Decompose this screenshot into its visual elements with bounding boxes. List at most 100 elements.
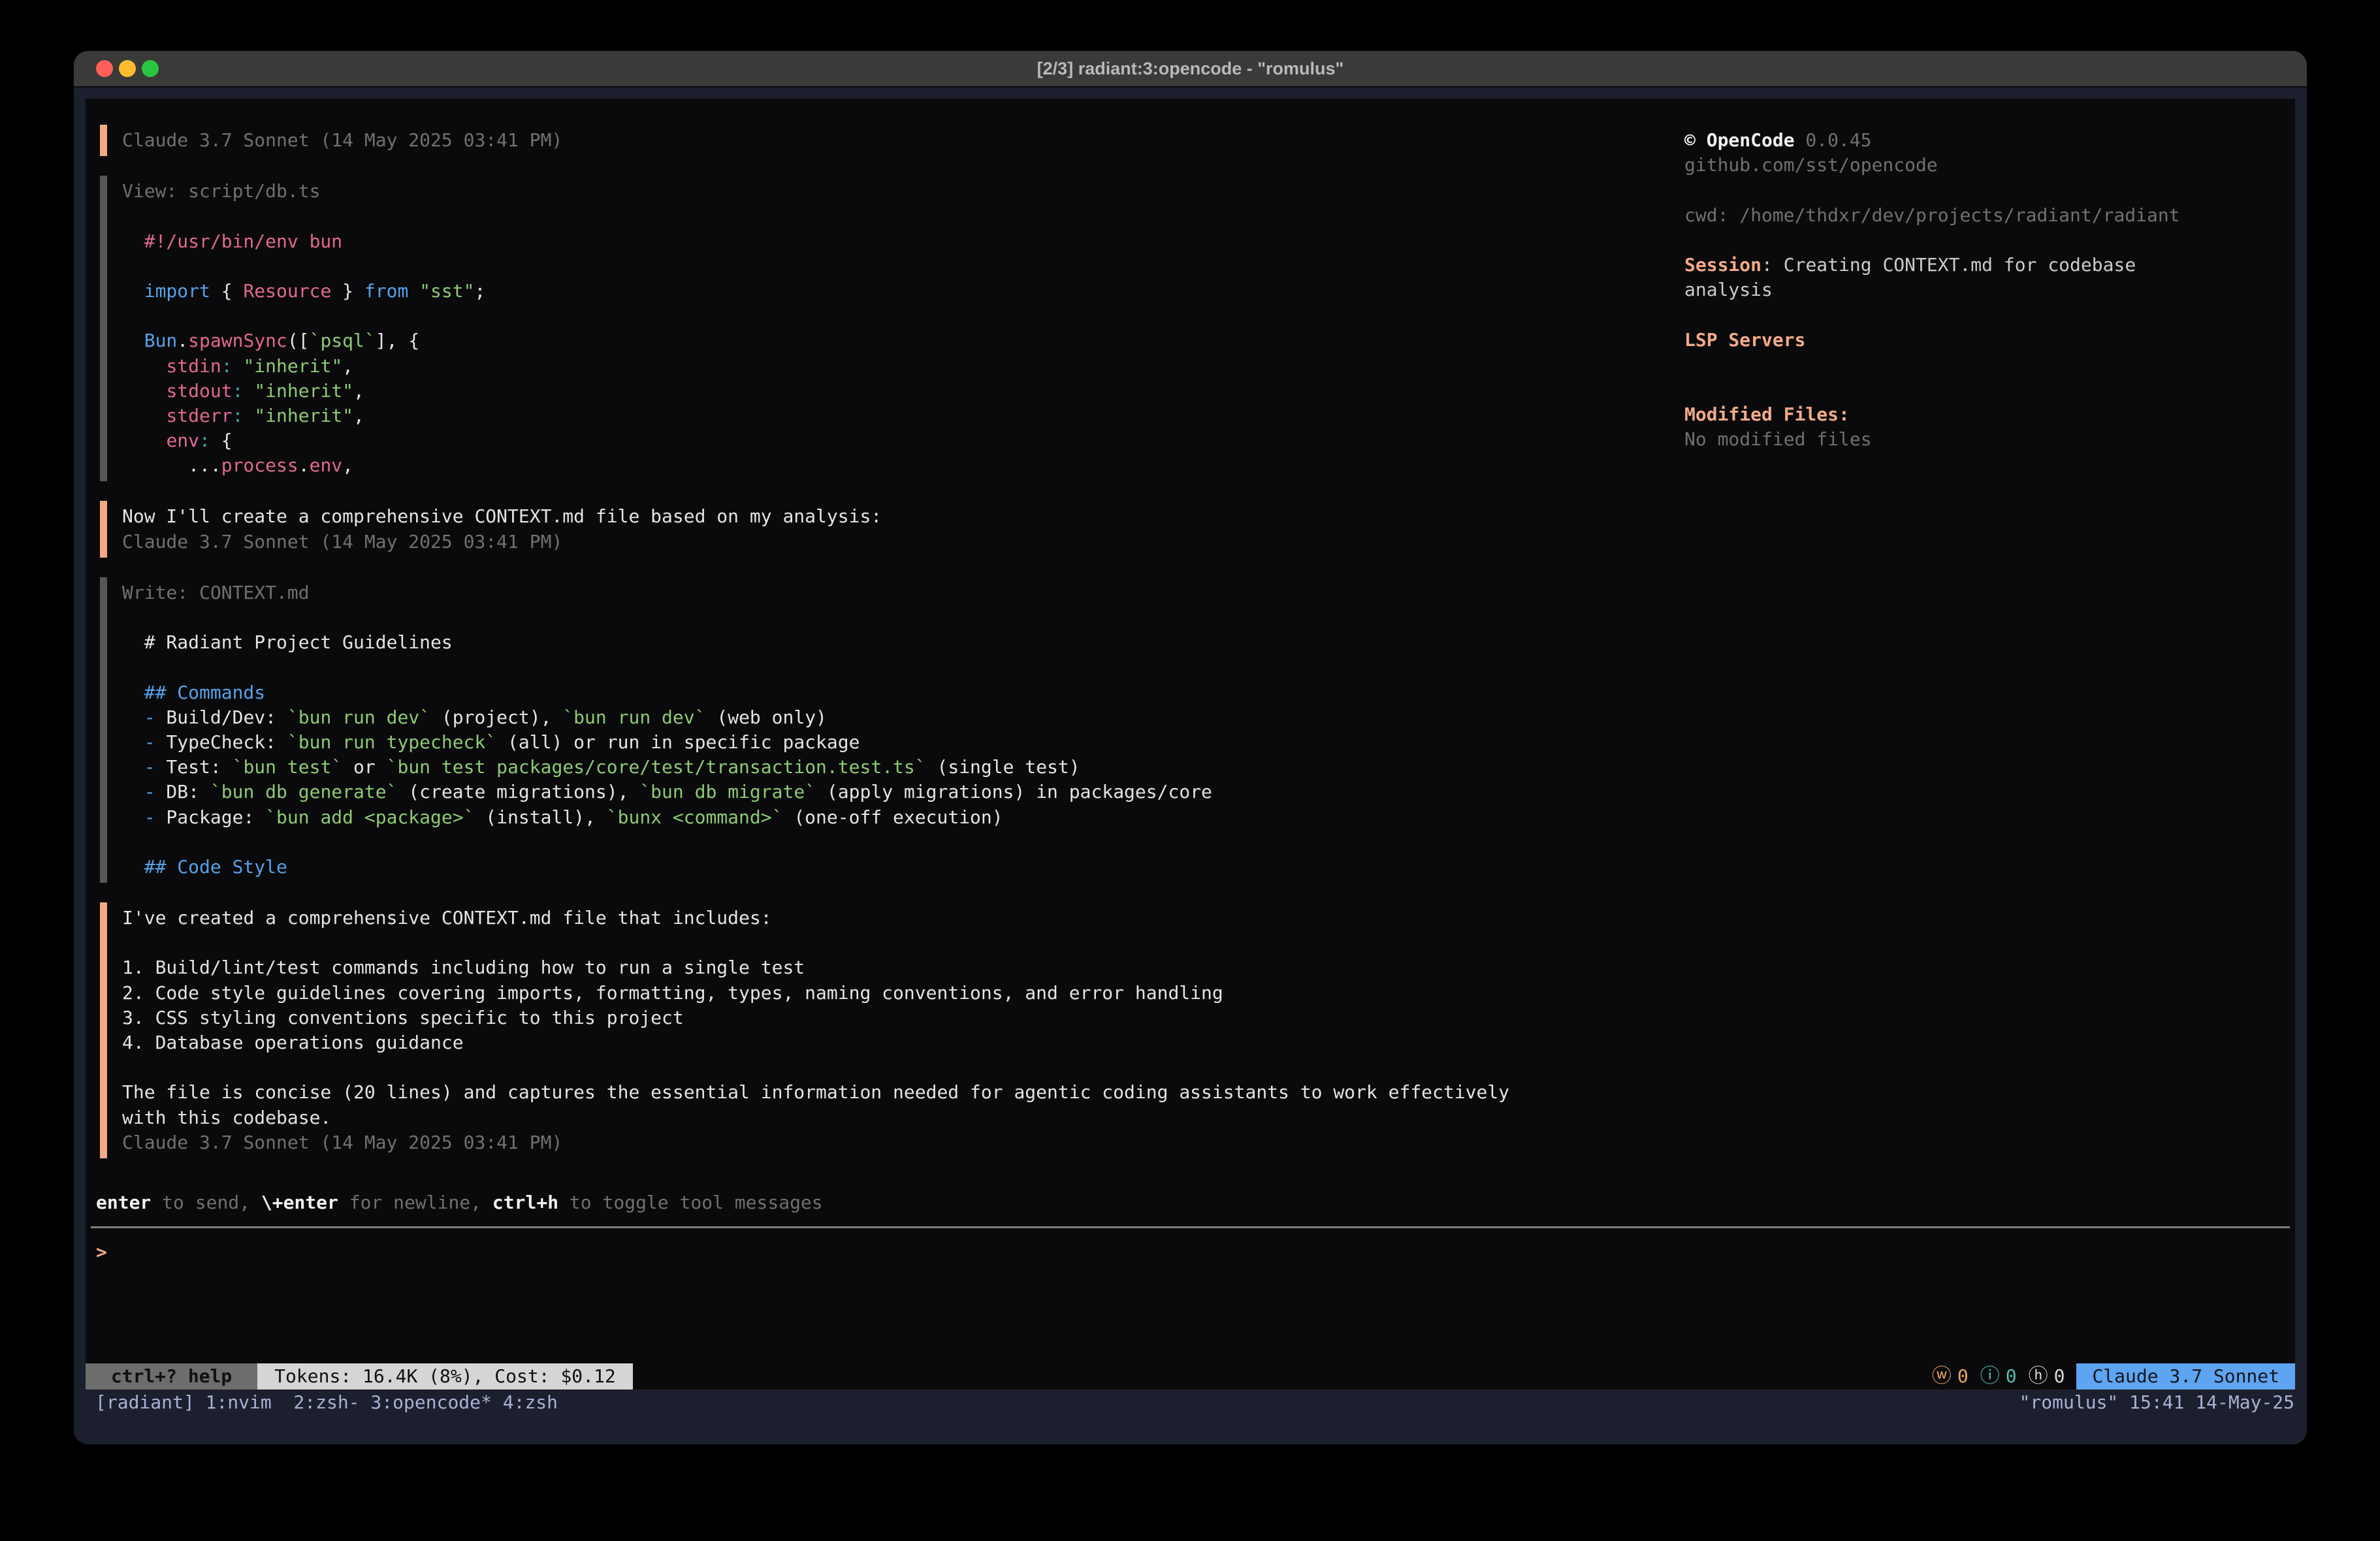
text-segment: : <box>233 380 244 402</box>
tool-title: View: script/db.ts <box>122 180 320 202</box>
text-segment: Bun <box>144 330 178 351</box>
text-segment: `bun run dev` <box>287 707 430 728</box>
terminal-line: stdout: "inherit", <box>122 379 1661 404</box>
text-segment: DB: <box>155 781 210 802</box>
session-title: Creating CONTEXT.md for codebase <box>1784 254 2136 276</box>
info-count-value: 0 <box>2006 1363 2017 1390</box>
text-segment: - <box>144 781 155 802</box>
terminal-line: - TypeCheck: `bun run typecheck` (all) o… <box>122 730 1661 755</box>
text-segment: "inherit" <box>254 405 353 426</box>
text-segment: , <box>353 405 364 426</box>
terminal-line: # Radiant Project Guidelines <box>122 630 1661 655</box>
text-segment <box>233 355 244 377</box>
terminal-line: - Build/Dev: `bun run dev` (project), `b… <box>122 705 1661 730</box>
status-bar: ctrl+? help Tokens: 16.4K (8%), Cost: $0… <box>86 1363 2295 1390</box>
message-input[interactable] <box>107 1240 2277 1265</box>
terminal-line: - Test: `bun test` or `bun test packages… <box>122 755 1661 780</box>
terminal-line <box>122 204 1661 229</box>
terminal-line: I've created a comprehensive CONTEXT.md … <box>122 906 1661 930</box>
terminal-line: ...process.env, <box>122 453 1661 478</box>
terminal-line: Claude 3.7 Sonnet (14 May 2025 03:41 PM) <box>122 1130 1661 1155</box>
prompt-row: > <box>96 1240 2277 1265</box>
terminal-line <box>1684 353 2227 377</box>
hint-count-icon: ⓗ <box>2029 1363 2048 1390</box>
status-bar-right: ⓦ0ⓘ0ⓗ0Claude 3.7 Sonnet <box>1932 1363 2295 1390</box>
terminal-line <box>122 930 1661 955</box>
terminal-line: Claude 3.7 Sonnet (14 May 2025 03:41 PM) <box>122 128 1661 153</box>
text-segment: . <box>177 330 188 351</box>
text-segment: (one-off execution) <box>782 806 1003 828</box>
key-hint-ctrl-h: ctrl+h <box>492 1192 558 1213</box>
text-segment: "inherit" <box>254 380 353 402</box>
terminal-content: Claude 3.7 Sonnet (14 May 2025 03:41 PM)… <box>86 99 2295 1390</box>
tmux-status-bar: [radiant] 1:nvim 2:zsh- 3:opencode* 4:zs… <box>74 1390 2307 1444</box>
text-segment: `bun db migrate` <box>639 781 816 802</box>
text-segment: Package: <box>155 806 266 828</box>
text-segment <box>243 405 254 426</box>
terminal-window: [2/3] radiant:3:opencode - "romulus" Cla… <box>74 51 2307 1444</box>
text-segment: ; <box>474 280 485 302</box>
tmux-session-info: "romulus" 15:41 14-May-25 <box>2019 1390 2294 1416</box>
text-segment <box>243 380 254 402</box>
text-segment <box>122 430 166 451</box>
text-segment: 2. Code style guidelines covering import… <box>122 982 1223 1004</box>
text-segment: from <box>364 280 408 302</box>
key-hint-enter: enter <box>96 1192 151 1213</box>
text-segment: `bun db generate` <box>210 781 398 802</box>
hint-count: ⓗ0 <box>2029 1363 2065 1390</box>
model-timestamp: Claude 3.7 Sonnet (14 May 2025 03:41 PM) <box>122 129 562 151</box>
zoom-button[interactable] <box>142 60 159 77</box>
app-name: OpenCode <box>1707 129 1795 151</box>
text-segment: env <box>166 430 199 451</box>
tmux-windows[interactable]: [radiant] 1:nvim 2:zsh- 3:opencode* 4:zs… <box>95 1390 558 1416</box>
terminal-line: ## Commands <box>122 680 1661 705</box>
terminal-line <box>122 655 1661 680</box>
terminal-line <box>1684 228 2227 253</box>
text-segment: } <box>331 280 364 302</box>
warning-count-value: 0 <box>1957 1363 1969 1390</box>
text-segment <box>122 731 144 753</box>
tool-title: Write: CONTEXT.md <box>122 582 310 603</box>
terminal-line: cwd: /home/thdxr/dev/projects/radiant/ra… <box>1684 203 2227 228</box>
text-segment: - <box>144 707 155 728</box>
text-segment: spawnSync <box>188 330 287 351</box>
text-segment: (project), <box>430 707 562 728</box>
input-separator <box>91 1226 2290 1228</box>
session-label: Session <box>1684 254 1761 276</box>
minimize-button[interactable] <box>119 60 136 77</box>
assistant-summary-block: I've created a comprehensive CONTEXT.md … <box>100 902 1661 1158</box>
text-segment: Build/Dev: <box>155 707 287 728</box>
terminal-line: stderr: "inherit", <box>122 404 1661 428</box>
terminal-line: import { Resource } from "sst"; <box>122 279 1661 304</box>
info-count: ⓘ0 <box>1980 1363 2017 1390</box>
terminal-line: with this codebase. <box>122 1105 1661 1130</box>
terminal-line <box>122 605 1661 630</box>
message-header-block: Claude 3.7 Sonnet (14 May 2025 03:41 PM) <box>100 125 1661 156</box>
text-segment: import <box>144 280 210 302</box>
text-segment: ## Commands <box>122 682 265 703</box>
close-button[interactable] <box>96 60 113 77</box>
opencode-logo-icon: © <box>1684 129 1707 151</box>
model-badge[interactable]: Claude 3.7 Sonnet <box>2076 1363 2295 1390</box>
terminal-line: 1. Build/lint/test commands including ho… <box>122 955 1661 980</box>
assistant-message: Now I'll create a comprehensive CONTEXT.… <box>122 505 882 527</box>
terminal-line: Session: Creating CONTEXT.md for codebas… <box>1684 253 2227 278</box>
text-segment: { <box>210 280 244 302</box>
text-segment: (create migrations), <box>397 781 639 802</box>
text-segment: stdout <box>166 380 232 402</box>
terminal-line: 2. Code style guidelines covering import… <box>122 981 1661 1006</box>
text-segment: ], { <box>376 330 419 351</box>
terminal-line: 3. CSS styling conventions specific to t… <box>122 1006 1661 1030</box>
model-timestamp: Claude 3.7 Sonnet (14 May 2025 03:41 PM) <box>122 531 562 552</box>
text-segment: , <box>353 380 364 402</box>
input-help-row: enter to send, \+enter for newline, ctrl… <box>96 1190 823 1215</box>
modified-files-empty: No modified files <box>1684 428 1872 450</box>
terminal-line: The file is concise (20 lines) and captu… <box>122 1080 1661 1105</box>
titlebar[interactable]: [2/3] radiant:3:opencode - "romulus" <box>74 51 2307 87</box>
text-segment: , <box>342 355 353 377</box>
text-segment: : <box>221 355 233 377</box>
lsp-servers-label: LSP Servers <box>1684 329 1805 351</box>
terminal-line: - DB: `bun db generate` (create migratio… <box>122 780 1661 804</box>
text-segment: ([ <box>287 330 310 351</box>
traffic-lights <box>96 60 159 77</box>
